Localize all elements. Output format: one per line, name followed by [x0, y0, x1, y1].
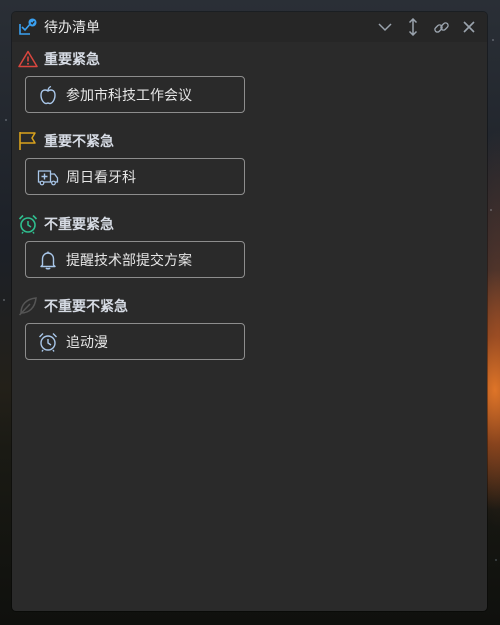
warning-triangle-icon	[17, 48, 39, 70]
title-bar[interactable]: 待办清单	[12, 12, 487, 42]
window-title: 待办清单	[44, 20, 100, 36]
section-label: 重要不紧急	[44, 134, 114, 150]
section-label: 不重要紧急	[44, 217, 114, 233]
resize-button[interactable]	[399, 13, 427, 41]
alarm-clock-icon	[37, 331, 59, 353]
ambulance-icon	[37, 166, 59, 188]
close-button[interactable]	[455, 13, 483, 41]
task-item[interactable]: 追动漫	[25, 323, 245, 360]
section-label: 不重要不紧急	[44, 299, 128, 315]
close-icon	[463, 21, 475, 33]
section-important-not-urgent: 重要不紧急 周日看牙科	[12, 130, 487, 195]
task-label: 周日看牙科	[66, 169, 136, 186]
task-item[interactable]: 参加市科技工作会议	[25, 76, 245, 113]
section-label: 重要紧急	[44, 52, 100, 68]
task-label: 追动漫	[66, 334, 108, 351]
chevron-down-icon	[378, 23, 392, 32]
section-header: 不重要不紧急	[12, 295, 487, 317]
todo-window: 待办清单 重要紧急 参加市科技工作会议 重要不紧急 周日看牙科 不重要紧急 提醒…	[12, 12, 487, 611]
window-controls	[371, 12, 483, 42]
vertical-arrows-icon	[408, 18, 418, 36]
leaf-icon	[17, 295, 39, 317]
collapse-button[interactable]	[371, 13, 399, 41]
section-important-urgent: 重要紧急 参加市科技工作会议	[12, 48, 487, 113]
section-header: 不重要紧急	[12, 213, 487, 235]
task-item[interactable]: 提醒技术部提交方案	[25, 241, 245, 278]
task-item[interactable]: 周日看牙科	[25, 158, 245, 195]
task-label: 参加市科技工作会议	[66, 87, 192, 104]
bell-icon	[37, 249, 59, 271]
pin-button[interactable]	[427, 13, 455, 41]
todo-app-icon	[18, 17, 38, 37]
section-not-important-not-urgent: 不重要不紧急 追动漫	[12, 295, 487, 360]
link-icon	[433, 21, 449, 33]
apple-icon	[37, 84, 59, 106]
section-header: 重要不紧急	[12, 130, 487, 152]
section-not-important-urgent: 不重要紧急 提醒技术部提交方案	[12, 213, 487, 278]
alarm-clock-icon	[17, 213, 39, 235]
flag-icon	[17, 130, 39, 152]
task-label: 提醒技术部提交方案	[66, 252, 192, 269]
section-header: 重要紧急	[12, 48, 487, 70]
